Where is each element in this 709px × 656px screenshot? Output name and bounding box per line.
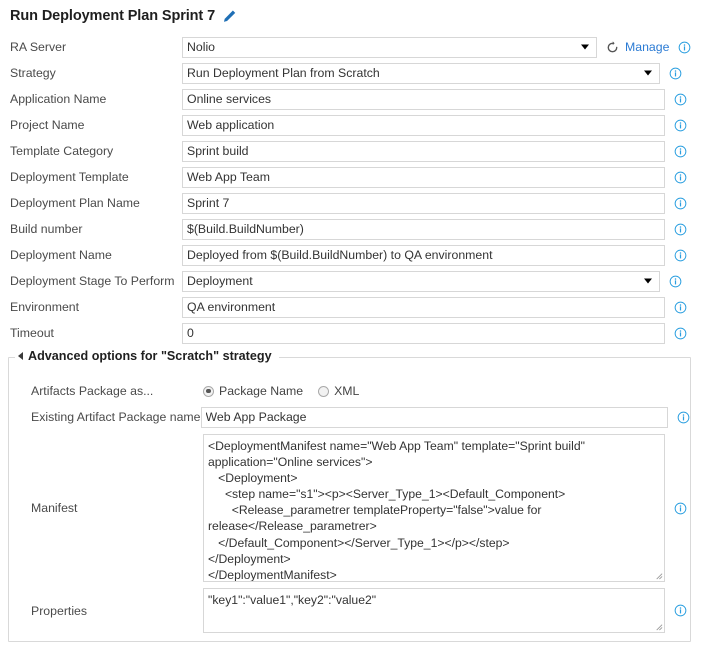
ra-server-select[interactable]: Nolio bbox=[182, 36, 597, 58]
label-deployment-stage: Deployment Stage To Perform bbox=[10, 274, 175, 288]
label-build-number: Build number bbox=[10, 222, 83, 236]
field-row-artifacts-package-as: Artifacts Package as... Package Name XML bbox=[9, 378, 690, 404]
field-row-environment: Environment bbox=[0, 294, 709, 320]
triangle-collapse-icon bbox=[18, 352, 23, 360]
label-template-category: Template Category bbox=[10, 144, 114, 158]
field-row-timeout: Timeout bbox=[0, 320, 709, 346]
info-icon-project-name[interactable] bbox=[674, 119, 687, 132]
radio-option-xml[interactable]: XML bbox=[318, 384, 359, 398]
deployment-stage-select[interactable]: Deployment bbox=[182, 270, 660, 292]
page-title: Run Deployment Plan Sprint 7 bbox=[10, 8, 216, 24]
advanced-options-legend-label: Advanced options for "Scratch" strategy bbox=[28, 349, 272, 363]
label-timeout: Timeout bbox=[10, 326, 54, 340]
field-row-build-number: Build number bbox=[0, 216, 709, 242]
deployment-template-input[interactable] bbox=[182, 166, 665, 188]
info-icon-strategy[interactable] bbox=[669, 67, 682, 80]
radio-button-package-name[interactable] bbox=[203, 385, 214, 397]
chevron-down-icon bbox=[644, 278, 652, 284]
advanced-options-section: Advanced options for "Scratch" strategy … bbox=[8, 349, 691, 642]
chevron-down-icon bbox=[581, 44, 589, 50]
strategy-value: Run Deployment Plan from Scratch bbox=[187, 66, 380, 80]
field-row-application-name: Application Name bbox=[0, 86, 709, 112]
label-artifacts-package-as: Artifacts Package as... bbox=[31, 384, 154, 398]
label-properties: Properties bbox=[31, 603, 88, 618]
label-deployment-template: Deployment Template bbox=[10, 170, 129, 184]
field-row-manifest: Manifest <DeploymentManifest name="Web A… bbox=[9, 434, 690, 582]
label-application-name: Application Name bbox=[10, 92, 107, 106]
application-name-input[interactable] bbox=[182, 88, 665, 110]
field-row-strategy: Strategy Run Deployment Plan from Scratc… bbox=[0, 60, 709, 86]
artifacts-package-radio-group: Package Name XML bbox=[203, 384, 359, 398]
strategy-select[interactable]: Run Deployment Plan from Scratch bbox=[182, 62, 660, 84]
info-icon-timeout[interactable] bbox=[674, 327, 687, 340]
deployment-plan-name-input[interactable] bbox=[182, 192, 665, 214]
ra-server-control: Nolio bbox=[182, 36, 597, 58]
info-icon-manifest[interactable] bbox=[674, 502, 687, 515]
radio-option-package-name[interactable]: Package Name bbox=[203, 384, 303, 398]
template-category-input[interactable] bbox=[182, 140, 665, 162]
info-icon-deployment-name[interactable] bbox=[674, 249, 687, 262]
radio-label-xml: XML bbox=[334, 384, 360, 398]
info-icon-application-name[interactable] bbox=[674, 93, 687, 106]
deployment-name-input[interactable] bbox=[182, 244, 665, 266]
manage-link[interactable]: Manage bbox=[625, 40, 669, 54]
info-icon-deployment-plan-name[interactable] bbox=[674, 197, 687, 210]
ra-server-value: Nolio bbox=[187, 40, 216, 54]
project-name-input[interactable] bbox=[182, 114, 665, 136]
refresh-icon[interactable] bbox=[606, 40, 619, 54]
label-project-name: Project Name bbox=[10, 118, 85, 132]
field-row-deployment-stage: Deployment Stage To Perform Deployment bbox=[0, 268, 709, 294]
info-icon-existing-artifact-package-name[interactable] bbox=[677, 411, 690, 424]
existing-artifact-package-name-input[interactable] bbox=[200, 406, 668, 428]
field-row-deployment-template: Deployment Template bbox=[0, 164, 709, 190]
label-deployment-plan-name: Deployment Plan Name bbox=[10, 196, 140, 210]
label-manifest: Manifest bbox=[31, 501, 78, 515]
advanced-options-legend[interactable]: Advanced options for "Scratch" strategy bbox=[15, 349, 279, 363]
info-icon-build-number[interactable] bbox=[674, 223, 687, 236]
chevron-down-icon bbox=[644, 70, 652, 76]
deployment-stage-control: Deployment bbox=[182, 270, 660, 292]
field-row-template-category: Template Category bbox=[0, 138, 709, 164]
label-deployment-name: Deployment Name bbox=[10, 248, 112, 262]
radio-button-xml[interactable] bbox=[318, 385, 330, 397]
radio-label-package-name: Package Name bbox=[219, 384, 304, 398]
info-icon-properties[interactable] bbox=[674, 604, 687, 617]
info-icon-template-category[interactable] bbox=[674, 145, 687, 158]
field-row-ra-server: RA Server Nolio Manage bbox=[0, 34, 709, 60]
strategy-control: Run Deployment Plan from Scratch bbox=[182, 62, 660, 84]
info-icon-deployment-template[interactable] bbox=[674, 171, 687, 184]
manifest-textarea[interactable]: <DeploymentManifest name="Web App Team" … bbox=[203, 434, 665, 582]
label-existing-artifact-package-name: Existing Artifact Package name bbox=[31, 410, 201, 424]
field-row-existing-artifact-package-name: Existing Artifact Package name bbox=[9, 404, 690, 430]
info-icon-deployment-stage[interactable] bbox=[669, 275, 682, 288]
properties-textarea[interactable]: "key1":"value1","key2":"value2" bbox=[203, 588, 665, 633]
info-icon-environment[interactable] bbox=[674, 301, 687, 314]
deployment-stage-value: Deployment bbox=[187, 274, 253, 288]
timeout-input[interactable] bbox=[182, 322, 665, 344]
deployment-form: RA Server Nolio Manage Strategy Run Depl… bbox=[0, 34, 709, 346]
environment-input[interactable] bbox=[182, 296, 665, 318]
info-icon-ra-server[interactable] bbox=[678, 41, 691, 54]
label-strategy: Strategy bbox=[10, 66, 56, 80]
field-row-project-name: Project Name bbox=[0, 112, 709, 138]
advanced-options-body: Artifacts Package as... Package Name XML… bbox=[9, 358, 690, 633]
page-title-bar: Run Deployment Plan Sprint 7 bbox=[0, 0, 709, 34]
field-row-properties: Properties "key1":"value1","key2":"value… bbox=[9, 588, 690, 633]
edit-pencil-icon[interactable] bbox=[222, 9, 237, 24]
label-environment: Environment bbox=[10, 300, 80, 314]
label-ra-server: RA Server bbox=[10, 40, 67, 54]
manifest-textarea-wrap: <DeploymentManifest name="Web App Team" … bbox=[203, 434, 665, 582]
field-row-deployment-name: Deployment Name bbox=[0, 242, 709, 268]
build-number-input[interactable] bbox=[182, 218, 665, 240]
properties-textarea-wrap: "key1":"value1","key2":"value2" bbox=[203, 588, 665, 633]
field-row-deployment-plan-name: Deployment Plan Name bbox=[0, 190, 709, 216]
